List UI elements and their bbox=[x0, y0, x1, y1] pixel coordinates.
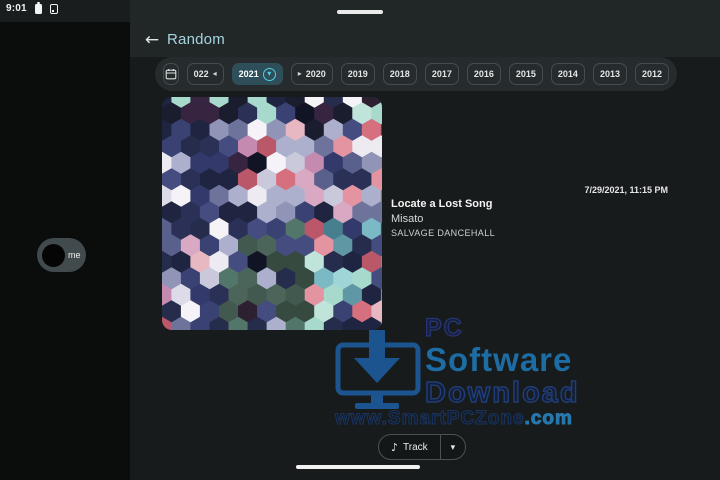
gesture-navigation-bar[interactable] bbox=[296, 465, 420, 469]
year-chip-label: 2014 bbox=[557, 69, 578, 79]
year-chip-label: 2018 bbox=[389, 69, 410, 79]
year-chip-2012[interactable]: 2012 bbox=[634, 63, 669, 85]
music-note-icon: ♪ bbox=[391, 440, 399, 454]
calendar-icon bbox=[165, 69, 177, 80]
watermark-pc: PC bbox=[424, 313, 464, 342]
year-chip-2021[interactable]: 2021 ▾ bbox=[231, 63, 283, 85]
year-chip-label: 2013 bbox=[599, 69, 620, 79]
watermark: PC Software Download www.SmartPCZone.com bbox=[334, 313, 645, 430]
back-button[interactable]: ← bbox=[140, 29, 164, 51]
year-chip-022[interactable]: 022 ◂ bbox=[186, 63, 224, 85]
year-chip-label: 2016 bbox=[473, 69, 494, 79]
track-date: 7/29/2021, 11:15 PM bbox=[584, 185, 668, 195]
app-panel: ← Random 022 ◂ 2021 ▾ ▸ 2020 2019 2018 2017 2016 2… bbox=[130, 0, 720, 480]
year-chip-label: 2021 bbox=[238, 69, 259, 79]
track-type-dropdown-button[interactable]: ▾ bbox=[439, 435, 466, 459]
track-type-button-group: ♪ Track ▾ bbox=[378, 434, 467, 460]
track-type-label: Track bbox=[403, 441, 428, 453]
right-triangle-icon: ▸ bbox=[297, 69, 302, 78]
track-album: SALVAGE DANCEHALL bbox=[391, 228, 496, 238]
battery-icon bbox=[34, 1, 42, 14]
track-artist: Misato bbox=[391, 213, 424, 225]
watermark-url-tld: .com bbox=[524, 408, 573, 430]
year-chip-2017[interactable]: 2017 bbox=[424, 63, 459, 85]
year-chip-2019[interactable]: 2019 bbox=[340, 63, 375, 85]
year-chip-2014[interactable]: 2014 bbox=[550, 63, 585, 85]
year-chip-label: 2019 bbox=[347, 69, 368, 79]
year-filter-bar: 022 ◂ 2021 ▾ ▸ 2020 2019 2018 2017 2016 2015 2014 20… bbox=[155, 57, 677, 91]
year-chip-label: 2017 bbox=[431, 69, 452, 79]
me-bubble-avatar bbox=[42, 243, 65, 267]
calendar-chip[interactable] bbox=[163, 63, 179, 85]
year-chip-2013[interactable]: 2013 bbox=[592, 63, 627, 85]
secondary-battery-icon bbox=[49, 3, 58, 14]
page-title: Random bbox=[167, 31, 225, 48]
hex-mosaic bbox=[162, 97, 382, 330]
watermark-url-host: www.SmartPCZone bbox=[334, 407, 525, 429]
left-triangle-icon: ◂ bbox=[212, 69, 217, 78]
chevron-down-icon: ▾ bbox=[450, 441, 456, 452]
year-chip-2020[interactable]: ▸ 2020 bbox=[290, 63, 333, 85]
year-chip-label: 2012 bbox=[641, 69, 662, 79]
download-monitor-icon bbox=[335, 330, 421, 409]
year-chip-2015[interactable]: 2015 bbox=[508, 63, 543, 85]
me-bubble[interactable]: me bbox=[37, 238, 86, 272]
album-art[interactable] bbox=[162, 97, 382, 330]
year-chip-2016[interactable]: 2016 bbox=[466, 63, 501, 85]
watermark-url: www.SmartPCZone.com bbox=[334, 407, 645, 430]
track-title: Locate a Lost Song bbox=[391, 198, 493, 210]
year-chip-label: 2015 bbox=[515, 69, 536, 79]
watermark-text: PC Software Download www.SmartPCZone.com bbox=[334, 313, 645, 430]
screen: 9:01 ← Random 022 ◂ 2021 ▾ ▸ 2020 2019 2018 2017… bbox=[0, 0, 720, 480]
app-header: ← Random bbox=[130, 0, 720, 57]
year-chip-label: 022 bbox=[193, 69, 209, 79]
window-drag-handle[interactable] bbox=[337, 10, 383, 14]
year-chip-label: 2020 bbox=[305, 69, 326, 79]
me-bubble-label: me bbox=[68, 250, 81, 260]
status-bar: 9:01 bbox=[6, 1, 58, 14]
year-chip-2018[interactable]: 2018 bbox=[382, 63, 417, 85]
watermark-software: Software bbox=[425, 341, 573, 378]
track-type-button[interactable]: ♪ Track bbox=[379, 435, 440, 459]
back-arrow-icon: ← bbox=[144, 30, 160, 50]
watermark-download: Download bbox=[424, 377, 580, 409]
chevron-down-circle-icon: ▾ bbox=[262, 67, 276, 81]
status-time: 9:01 bbox=[6, 3, 27, 14]
